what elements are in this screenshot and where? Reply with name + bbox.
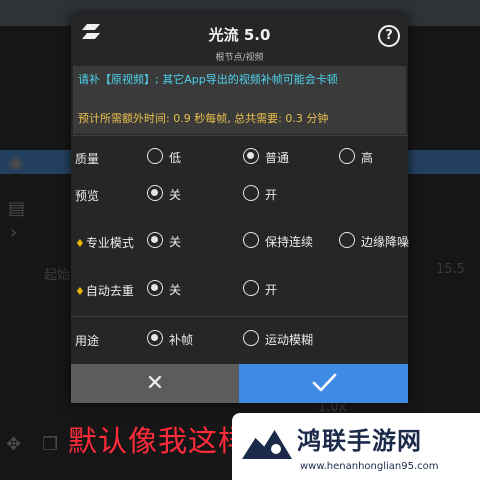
close-icon: ✕ — [145, 371, 165, 396]
auto-dedup-label: ♦自动去重 — [75, 282, 134, 299]
chevron-right-icon[interactable]: › — [10, 222, 17, 243]
radio-icon[interactable] — [243, 232, 259, 248]
site-watermark: 鸿联手游网 www.henanhonglian95.com — [232, 413, 480, 480]
radio-selected-icon[interactable] — [147, 330, 163, 346]
option-label: 补帧 — [169, 333, 194, 347]
option-label: 关 — [169, 188, 182, 202]
auto-dedup-label-text: 自动去重 — [85, 284, 134, 298]
bg-start-label: 起始 — [44, 268, 71, 283]
watermark-url: www.henanhonglian95.com — [300, 461, 439, 472]
check-icon — [312, 373, 336, 392]
option-label: 低 — [169, 151, 182, 165]
purpose-row: 用途 补帧 运动模糊 — [71, 320, 408, 360]
radio-selected-icon[interactable] — [147, 185, 163, 201]
option-label: 运动模糊 — [265, 333, 314, 347]
quality-label: 质量 — [75, 152, 100, 166]
video-caption: 默认像我这样 — [68, 424, 249, 458]
warning-text: 请补【原视频】; 其它App导出的视频补帧可能会卡顿 — [78, 73, 338, 86]
auto-dedup-row: ♦自动去重 关 开 — [71, 270, 408, 310]
quality-row: 质量 低 普通 高 — [71, 138, 408, 178]
help-icon[interactable]: ? — [378, 25, 400, 47]
preview-row: 预览 关 开 — [71, 175, 408, 215]
divider — [71, 316, 408, 317]
radio-icon[interactable] — [243, 330, 259, 346]
move-icon[interactable]: ✥ — [6, 434, 21, 455]
pro-mode-label: ♦专业模式 — [75, 234, 134, 251]
watermark-name: 鸿联手游网 — [297, 427, 422, 455]
frame-interpolation-dialog: 光流 5.0 根节点/视频 ? 请补【原视频】; 其它App导出的视频补帧可能会… — [71, 14, 410, 403]
option-label: 关 — [169, 235, 182, 249]
pro-mode-label-text: 专业模式 — [85, 236, 134, 250]
option-label: 保持连续 — [265, 235, 314, 249]
radio-icon[interactable] — [339, 148, 355, 164]
pro-mode-row: ♦专业模式 关 保持连续 边缘降噪 — [71, 222, 410, 262]
preview-label: 预览 — [75, 189, 100, 203]
option-label: 关 — [169, 283, 182, 297]
radio-selected-icon[interactable] — [147, 280, 163, 296]
option-label: 普通 — [265, 151, 290, 165]
purpose-label: 用途 — [75, 334, 100, 348]
layers-icon[interactable]: ▤ — [8, 198, 25, 219]
divider — [71, 135, 408, 136]
estimate-text: 预计所需额外时间: 0.9 秒每帧, 总共需要: 0.3 分钟 — [78, 112, 329, 125]
option-label: 高 — [361, 151, 374, 165]
dialog-header: 光流 5.0 根节点/视频 ? — [71, 14, 408, 66]
premium-gem-icon: ♦ — [75, 237, 85, 250]
radio-selected-icon[interactable] — [147, 232, 163, 248]
option-label: 开 — [265, 283, 278, 297]
info-panel: 请补【原视频】; 其它App导出的视频补帧可能会卡顿 预计所需额外时间: 0.9… — [73, 66, 406, 134]
dialog-title: 光流 5.0 — [208, 26, 271, 44]
option-label: 开 — [265, 188, 278, 202]
copy-icon[interactable]: ❐ — [42, 434, 58, 455]
radio-icon[interactable] — [339, 232, 355, 248]
option-label: 边缘降噪 — [361, 235, 410, 249]
dialog-breadcrumb: 根节点/视频 — [215, 53, 264, 63]
bull-logo-icon — [242, 428, 292, 459]
radio-icon[interactable] — [147, 148, 163, 164]
eye-icon[interactable]: ◉ — [8, 152, 24, 173]
confirm-button[interactable] — [239, 364, 408, 403]
bg-side-value: 15.5 — [436, 262, 465, 277]
radio-selected-icon[interactable] — [243, 148, 259, 164]
radio-icon[interactable] — [243, 280, 259, 296]
cancel-button[interactable]: ✕ — [71, 364, 239, 403]
radio-icon[interactable] — [243, 185, 259, 201]
premium-gem-icon: ♦ — [75, 285, 85, 298]
